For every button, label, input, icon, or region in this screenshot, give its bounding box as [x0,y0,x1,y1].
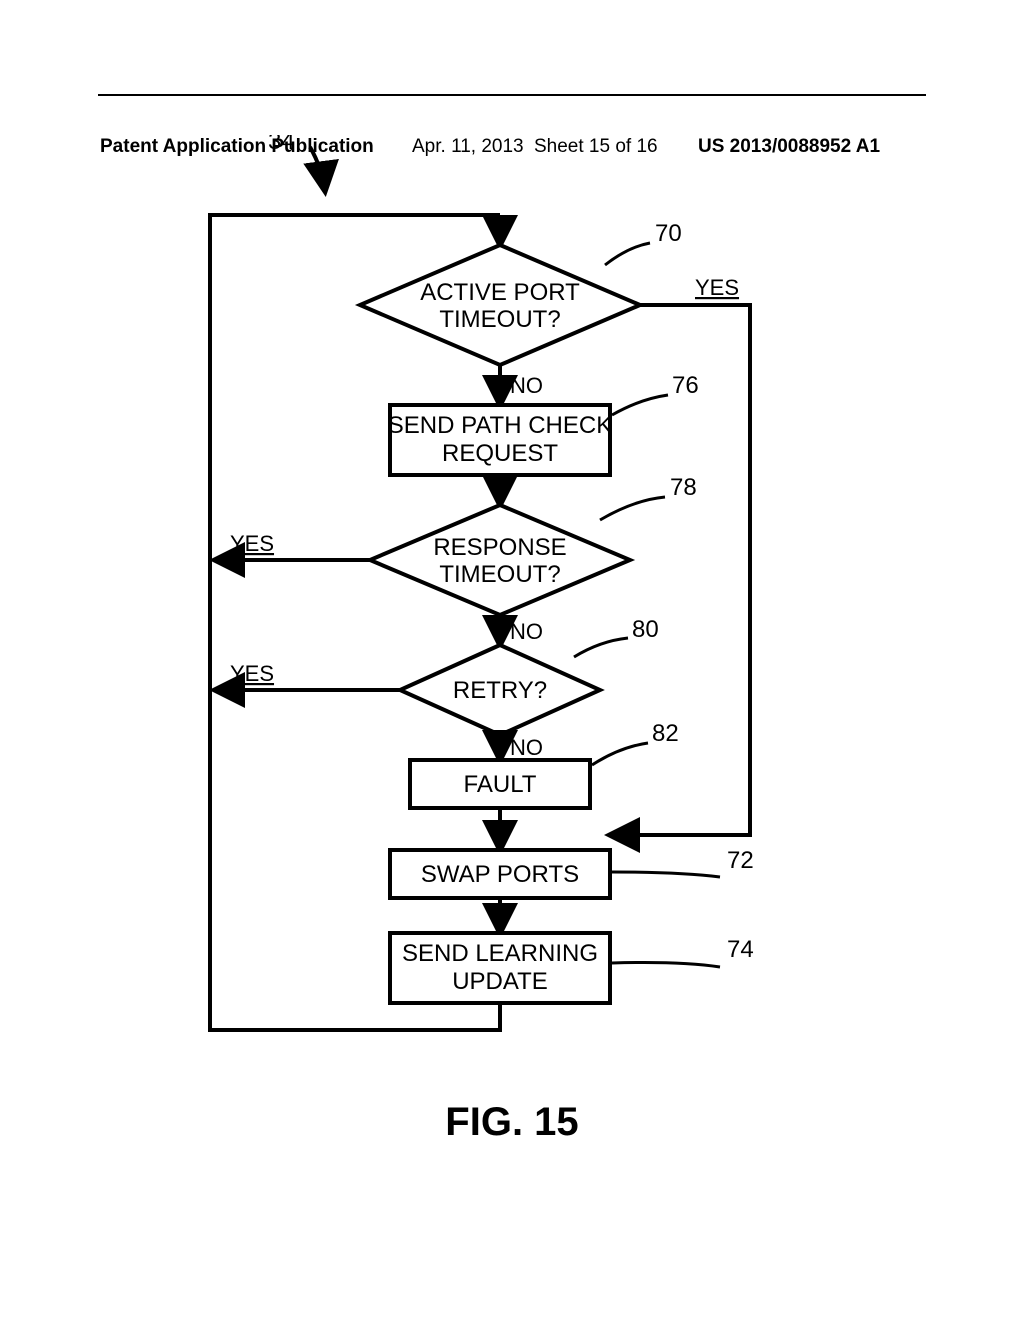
ref-34: 34 [268,135,295,155]
entry-arrow: 34 [268,135,325,191]
b76-line1: SEND PATH CHECK [388,412,612,439]
ref-74: 74 [727,936,754,963]
edge-d78-yes: YES [215,531,370,560]
process-send-path-check-request: SEND PATH CHECK REQUEST 76 [388,372,699,475]
edge-d70-no: NO [500,365,543,405]
b76-line2: REQUEST [442,440,558,467]
edge-d78-yes-label: YES [230,531,274,556]
b72-line1: SWAP PORTS [421,861,579,888]
ref-76: 76 [672,372,699,399]
b74-line1: SEND LEARNING [402,940,598,967]
ref-72: 72 [727,847,754,874]
decision-active-port-timeout: ACTIVE PORT TIMEOUT? 70 [360,220,682,365]
edge-d78-no-label: NO [510,619,543,644]
process-swap-ports: SWAP PORTS 72 [390,847,754,898]
d70-line2: TIMEOUT? [439,306,560,333]
b82-line1: FAULT [464,771,537,798]
edge-d78-no: NO [500,615,543,645]
d78-line2: TIMEOUT? [439,561,560,588]
ref-78: 78 [670,474,697,501]
edge-d70-no-label: NO [510,373,543,398]
d78-line1: RESPONSE [433,534,566,561]
d80-line1: RETRY? [453,677,547,704]
header-rule [98,94,926,96]
edge-d80-no: NO [500,735,543,760]
process-fault: FAULT 82 [410,720,679,808]
edge-d70-yes: YES [610,275,750,835]
flowchart-diagram: 34 ACTIVE PORT TIMEOUT? 70 YES NO SEND P… [160,135,860,1065]
ref-82: 82 [652,720,679,747]
ref-80: 80 [632,616,659,643]
edge-d70-yes-label: YES [695,275,739,300]
decision-response-timeout: RESPONSE TIMEOUT? 78 [370,474,697,615]
figure-caption: FIG. 15 [0,1100,1024,1145]
edge-d80-no-label: NO [510,735,543,760]
process-send-learning-update: SEND LEARNING UPDATE 74 [390,933,754,1003]
edge-d80-yes-label: YES [230,661,274,686]
b74-line2: UPDATE [452,968,548,995]
d70-line1: ACTIVE PORT [420,279,580,306]
ref-70: 70 [655,220,682,247]
edge-d80-yes: YES [215,661,400,690]
